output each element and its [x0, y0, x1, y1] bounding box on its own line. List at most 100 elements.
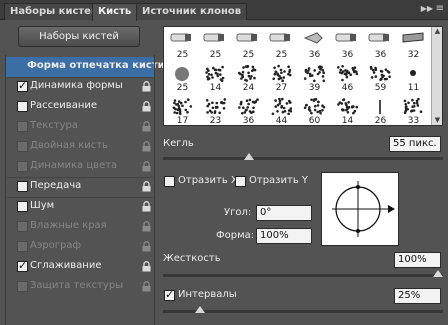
brush-size-number: 23 [209, 116, 222, 126]
brush-size-number: 14 [341, 116, 354, 126]
brush-tip-chalk[interactable]: 36 [298, 28, 331, 61]
hardness-slider-track[interactable] [163, 274, 443, 277]
brush-tip-brush[interactable]: 33 [397, 94, 430, 127]
brush-tip-flower[interactable]: 59 [364, 61, 397, 94]
option-label: Передача [30, 180, 82, 191]
option-row-5[interactable]: Динамика цвета [5, 157, 155, 177]
option-checkbox [17, 141, 28, 152]
brush-tip-hard-round[interactable]: 25 [199, 28, 232, 61]
scroll-down-icon[interactable]: ▼ [433, 116, 442, 125]
option-row-3[interactable]: Текстура [5, 117, 155, 137]
brush-size-number: 60 [308, 116, 321, 126]
brush-tip-hard-round[interactable]: 25 [232, 28, 265, 61]
grid-scrollbar[interactable]: ▲ ▼ [431, 27, 442, 125]
brush-tip-grass[interactable]: 39 [298, 61, 331, 94]
option-row-9[interactable]: Аэрограф [5, 237, 155, 257]
brush-tip-soft-pad[interactable]: 36 [364, 28, 397, 61]
brush-tip-hatch[interactable]: 44 [265, 94, 298, 127]
brush-tip-scatter[interactable]: 27 [265, 61, 298, 94]
brush-tip-rough[interactable]: 36 [232, 94, 265, 127]
option-checkbox[interactable]: ✓ [17, 79, 28, 92]
option-row-0[interactable]: Форма отпечатка кисти [5, 57, 165, 77]
roundness-label: Форма: [216, 230, 255, 241]
option-checkbox[interactable]: ✓ [17, 259, 28, 272]
brush-size-number: 36 [242, 116, 255, 126]
option-checkbox[interactable] [17, 181, 28, 192]
option-row-7[interactable]: Шум [5, 197, 155, 217]
option-checkbox [17, 161, 28, 172]
brush-tip-flat[interactable]: 32 [397, 28, 430, 61]
brush-tip-grunge[interactable]: 17 [166, 94, 199, 127]
lock-icon[interactable] [142, 201, 151, 212]
brush-tip-hard-round[interactable]: 25 [166, 28, 199, 61]
option-row-10[interactable]: ✓ Сглаживание [5, 257, 155, 277]
lock-icon[interactable] [142, 141, 151, 152]
brush-size-number: 44 [275, 116, 288, 126]
spacing-field[interactable]: 25% [394, 288, 441, 304]
option-label: Двойная кисть [30, 140, 108, 151]
size-slider-track[interactable] [163, 157, 443, 160]
tab-brush[interactable]: Кисть [92, 3, 138, 21]
angle-field[interactable]: 0° [256, 205, 312, 221]
option-row-11[interactable]: Защита текстуры [5, 277, 155, 297]
brush-size-number: 24 [242, 83, 255, 93]
tab-brush-presets[interactable]: Наборы кистей [4, 3, 104, 20]
option-checkbox[interactable] [17, 101, 28, 112]
option-row-4[interactable]: Двойная кисть [5, 137, 155, 157]
option-label: Защита текстуры [30, 280, 124, 291]
lock-icon[interactable] [142, 81, 151, 92]
brush-size-number: 33 [407, 116, 420, 126]
lock-icon[interactable] [142, 281, 151, 292]
brush-tip-spiky[interactable]: 14 [331, 94, 364, 127]
panel-menu-icon[interactable]: ▶▶ ≡ [414, 3, 444, 17]
lock-icon[interactable] [142, 241, 151, 252]
scroll-up-icon[interactable]: ▲ [433, 27, 442, 36]
hardness-slider-thumb[interactable] [433, 270, 443, 277]
brush-tip-leaf[interactable]: 46 [331, 61, 364, 94]
brush-presets-button[interactable]: Наборы кистей [18, 26, 140, 47]
brush-tip-star[interactable]: 24 [232, 61, 265, 94]
brush-size-number: 39 [308, 83, 321, 93]
brush-tip-dry[interactable]: 23 [199, 94, 232, 127]
brush-tip-soft-round[interactable]: 25 [166, 61, 199, 94]
brush-tip-line[interactable]: 26 [364, 94, 397, 127]
flip-x-checkbox[interactable] [164, 176, 175, 187]
option-row-6[interactable]: Передача [5, 177, 155, 197]
flip-y-checkbox[interactable] [235, 176, 246, 187]
brush-size-number: 36 [341, 50, 354, 60]
option-row-1[interactable]: ✓ Динамика формы [5, 77, 155, 97]
panel-tab-bar: Наборы кистей Кисть Источник клонов ▶▶ ≡ [0, 0, 448, 21]
brush-tip-soft-pad[interactable]: 36 [331, 28, 364, 61]
size-field[interactable]: 55 пикс. [389, 136, 441, 152]
brush-size-number: 25 [242, 50, 255, 60]
option-checkbox[interactable] [17, 201, 28, 212]
option-label: Форма отпечатка кисти [27, 60, 165, 71]
brush-tip-splat2[interactable]: 60 [298, 94, 331, 127]
brush-size-number: 26 [374, 116, 387, 126]
lock-icon[interactable] [142, 161, 151, 172]
brush-size-number: 11 [407, 83, 420, 93]
brush-tip-hard-round[interactable]: 25 [265, 28, 298, 61]
spacing-slider-thumb[interactable] [195, 306, 206, 313]
option-label: Аэрограф [30, 240, 82, 251]
angle-roundness-widget[interactable] [321, 172, 399, 246]
spacing-checkbox[interactable]: ✓ [164, 288, 175, 301]
option-row-8[interactable]: Влажные края [5, 217, 155, 237]
lock-icon[interactable] [142, 221, 151, 232]
roundness-field[interactable]: 100% [256, 228, 312, 244]
lock-icon[interactable] [142, 181, 151, 192]
hardness-field[interactable]: 100% [394, 252, 441, 268]
lock-icon[interactable] [142, 121, 151, 132]
brush-tip-dot[interactable]: 11 [397, 61, 430, 94]
brush-tip-splat[interactable]: 14 [199, 61, 232, 94]
option-checkbox [17, 241, 28, 252]
lock-icon[interactable] [142, 101, 151, 112]
hardness-label: Жесткость [163, 253, 221, 264]
brush-size-number: 36 [374, 50, 387, 60]
spacing-label: Интервалы [178, 289, 237, 300]
size-slider-thumb[interactable] [244, 153, 254, 160]
brush-tip-grid[interactable]: ▲ ▼ 25 25 25 25 36 36 36 32 25 14 24 27 39 46 59 11 17 23… [163, 26, 443, 126]
option-row-2[interactable]: Рассеивание [5, 97, 155, 117]
tab-clone-source[interactable]: Источник клонов [136, 3, 248, 20]
lock-icon[interactable] [142, 261, 151, 272]
